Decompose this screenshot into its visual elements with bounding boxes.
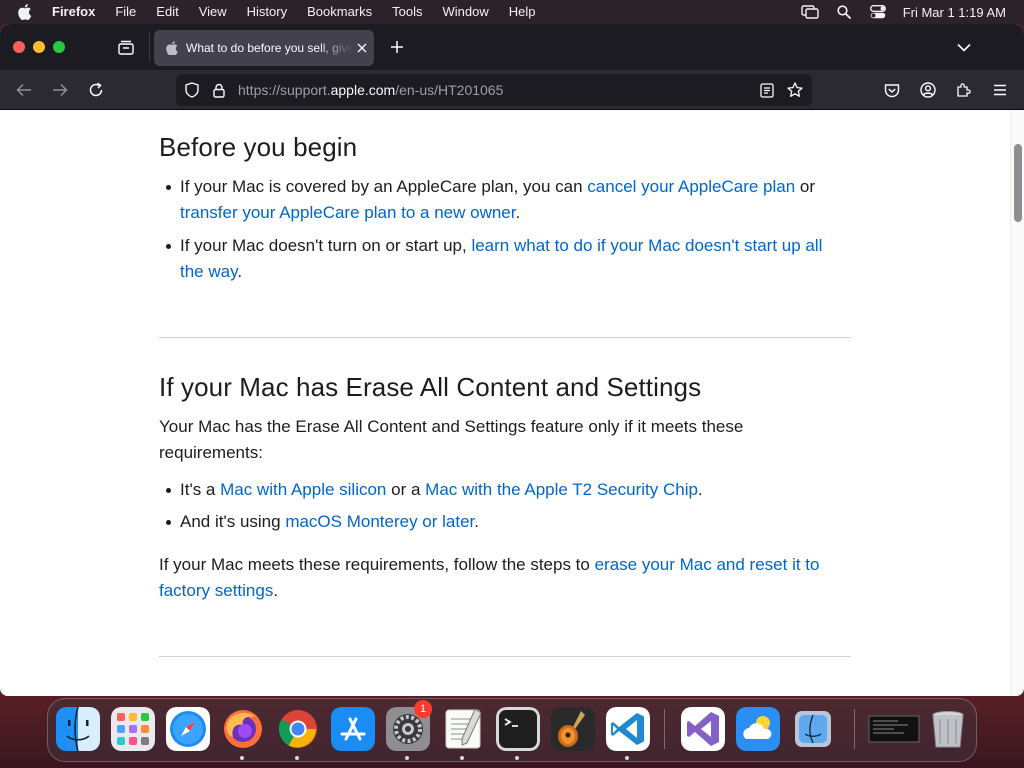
navigation-toolbar: https://support.apple.com/en-us/HT201065 <box>0 70 1024 110</box>
running-indicator <box>625 756 629 760</box>
list-item: If your Mac is covered by an AppleCare p… <box>166 174 850 226</box>
tab-title: What to do before you sell, give away, o… <box>186 41 352 55</box>
tab-bar: What to do before you sell, give away, o… <box>0 24 1024 70</box>
section-divider <box>159 656 851 657</box>
address-bar[interactable]: https://support.apple.com/en-us/HT201065 <box>176 74 812 106</box>
dock <box>47 698 977 762</box>
close-tab-icon[interactable] <box>354 40 370 56</box>
menu-window[interactable]: Window <box>443 0 489 24</box>
running-indicator <box>515 756 519 760</box>
new-tab-icon[interactable] <box>387 37 407 57</box>
weather-icon[interactable] <box>736 707 780 751</box>
trash-icon[interactable] <box>926 707 970 751</box>
safari-icon[interactable] <box>166 707 210 751</box>
forward-icon[interactable] <box>50 80 70 100</box>
minimized-window-icon[interactable] <box>868 707 920 751</box>
browser-window: What to do before you sell, give away, o… <box>0 24 1024 696</box>
close-window-button[interactable] <box>13 41 25 53</box>
link-transfer-applecare[interactable]: transfer your AppleCare plan to a new ow… <box>180 203 515 222</box>
screen-mirroring-icon[interactable] <box>799 4 821 20</box>
link-cancel-applecare[interactable]: cancel your AppleCare plan <box>587 177 795 196</box>
link-macos-monterey[interactable]: macOS Monterey or later <box>285 512 474 531</box>
tab-separator <box>149 32 150 62</box>
firefox-view-icon[interactable] <box>115 37 137 57</box>
menu-file[interactable]: File <box>115 0 136 24</box>
apple-menu-icon[interactable] <box>18 3 34 21</box>
terminal-icon[interactable] <box>496 707 540 751</box>
reload-icon[interactable] <box>86 80 106 100</box>
list-item: If your Mac doesn't turn on or start up,… <box>166 233 850 285</box>
tab-active[interactable]: What to do before you sell, give away, o… <box>154 30 374 66</box>
firefox-icon[interactable] <box>221 707 265 751</box>
dock-separator <box>854 709 855 749</box>
menu-bar: Firefox File Edit View History Bookmarks… <box>0 0 1024 24</box>
menu-app-name[interactable]: Firefox <box>52 0 95 24</box>
menu-tools[interactable]: Tools <box>392 0 422 24</box>
url-text[interactable]: https://support.apple.com/en-us/HT201065 <box>238 82 503 98</box>
requirements-outro: If your Mac meets these requirements, fo… <box>159 555 820 600</box>
running-indicator <box>405 756 409 760</box>
menu-bookmarks[interactable]: Bookmarks <box>307 0 372 24</box>
web-page-content: Before you begin If your Mac is covered … <box>0 110 1010 696</box>
menu-history[interactable]: History <box>247 0 287 24</box>
heading-erase-all-content: If your Mac has Erase All Content and Se… <box>159 372 702 402</box>
bookmark-star-icon[interactable] <box>787 82 803 98</box>
running-indicator <box>295 756 299 760</box>
launchpad-icon[interactable] <box>111 707 155 751</box>
running-indicator <box>460 756 464 760</box>
menu-clock[interactable]: Fri Mar 1 1:19 AM <box>903 5 1006 20</box>
apple-favicon-icon <box>165 41 179 55</box>
page-scrollbar[interactable] <box>1010 110 1024 696</box>
list-all-tabs-icon[interactable] <box>954 37 974 57</box>
link-mac-apple-silicon[interactable]: Mac with Apple silicon <box>220 480 386 499</box>
vscode-icon[interactable] <box>606 707 650 751</box>
account-icon[interactable] <box>918 80 938 100</box>
menu-edit[interactable]: Edit <box>156 0 178 24</box>
textedit-icon[interactable] <box>441 707 485 751</box>
link-mac-t2-chip[interactable]: Mac with the Apple T2 Security Chip <box>425 480 698 499</box>
control-center-icon[interactable] <box>867 4 889 20</box>
minimize-window-button[interactable] <box>33 41 45 53</box>
migration-assistant-icon[interactable] <box>791 707 835 751</box>
menu-view[interactable]: View <box>199 0 227 24</box>
spotlight-search-icon[interactable] <box>833 4 855 20</box>
scrollbar-thumb[interactable] <box>1014 144 1022 222</box>
pocket-icon[interactable] <box>882 80 902 100</box>
back-icon[interactable] <box>14 80 34 100</box>
dock-separator <box>664 709 665 749</box>
reader-view-icon[interactable] <box>759 82 775 98</box>
visual-studio-icon[interactable] <box>681 707 725 751</box>
tracking-protection-shield-icon[interactable] <box>184 82 200 98</box>
requirements-intro: Your Mac has the Erase All Content and S… <box>159 417 744 462</box>
finder-icon[interactable] <box>56 707 100 751</box>
menu-help[interactable]: Help <box>509 0 536 24</box>
list-item: It's a Mac with Apple silicon or a Mac w… <box>166 477 850 503</box>
lock-icon[interactable] <box>211 82 227 98</box>
chrome-icon[interactable] <box>276 707 320 751</box>
garageband-icon[interactable] <box>551 707 595 751</box>
extensions-icon[interactable] <box>954 80 974 100</box>
list-item: And it's using macOS Monterey or later. <box>166 509 850 535</box>
zoom-window-button[interactable] <box>53 41 65 53</box>
section-divider <box>159 337 851 338</box>
notification-badge: 1 <box>414 700 432 718</box>
heading-before-you-begin: Before you begin <box>159 132 358 162</box>
running-indicator <box>240 756 244 760</box>
app-menu-hamburger-icon[interactable] <box>990 80 1010 100</box>
app-store-icon[interactable] <box>331 707 375 751</box>
